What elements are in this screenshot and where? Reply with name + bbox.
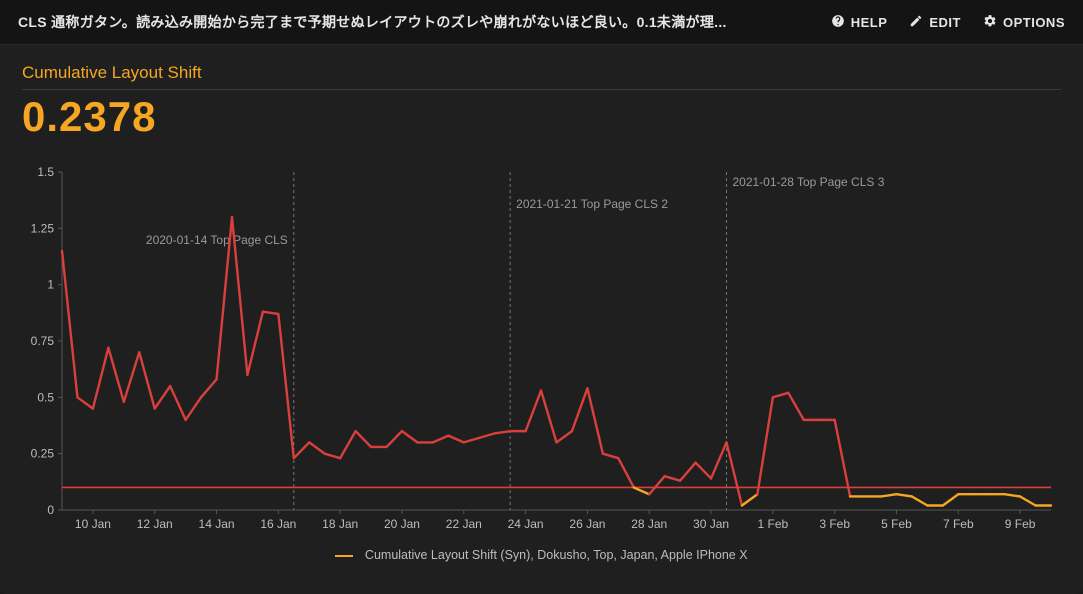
widget-card: CLS 通称ガタン。読み込み開始から完了まで予期せぬレイアウトのズレや崩れがない…	[0, 0, 1083, 594]
chart-area: 0 0.25 0.5 0.75 1 1.25 1.5 10 Jan 12 Jan 14 Jan 16…	[22, 166, 1061, 546]
legend: Cumulative Layout Shift (Syn), Dokusho, …	[22, 548, 1061, 562]
svg-text:20 Jan: 20 Jan	[384, 517, 420, 531]
card-body: Cumulative Layout Shift 0.2378 00.250.50…	[0, 45, 1083, 570]
card-title: CLS 通称ガタン。読み込み開始から完了まで予期せぬレイアウトのズレや崩れがない…	[18, 12, 811, 32]
card-title-text: 通称ガタン。読み込み開始から完了まで予期せぬレイアウトのズレや崩れがないほど良い…	[51, 14, 727, 30]
help-icon	[831, 14, 845, 31]
svg-text:0.5: 0.5	[37, 391, 54, 405]
svg-text:7 Feb: 7 Feb	[943, 517, 974, 531]
svg-text:1.25: 1.25	[31, 222, 55, 236]
svg-text:2021-01-21 Top Page CLS 2: 2021-01-21 Top Page CLS 2	[516, 197, 668, 211]
svg-text:0.75: 0.75	[31, 334, 55, 348]
svg-text:14 Jan: 14 Jan	[199, 517, 235, 531]
svg-text:28 Jan: 28 Jan	[631, 517, 667, 531]
divider	[22, 89, 1061, 90]
legend-series-label: Cumulative Layout Shift (Syn), Dokusho, …	[365, 548, 748, 562]
svg-text:10 Jan: 10 Jan	[75, 517, 111, 531]
svg-text:18 Jan: 18 Jan	[322, 517, 358, 531]
legend-swatch-icon	[335, 555, 353, 557]
svg-text:22 Jan: 22 Jan	[446, 517, 482, 531]
line-chart: 0 0.25 0.5 0.75 1 1.25 1.5 10 Jan 12 Jan 14 Jan 16…	[22, 166, 1061, 546]
svg-text:0.25: 0.25	[31, 447, 55, 461]
help-button[interactable]: HELP	[831, 14, 888, 31]
svg-text:16 Jan: 16 Jan	[260, 517, 296, 531]
svg-text:26 Jan: 26 Jan	[569, 517, 605, 531]
svg-text:0: 0	[47, 503, 54, 517]
card-title-tag: CLS	[18, 14, 47, 30]
svg-text:1 Feb: 1 Feb	[758, 517, 789, 531]
card-actions: HELP EDIT OPTIONS	[831, 14, 1065, 31]
metric-title: Cumulative Layout Shift	[22, 63, 1061, 83]
svg-text:30 Jan: 30 Jan	[693, 517, 729, 531]
svg-text:9 Feb: 9 Feb	[1005, 517, 1036, 531]
svg-text:2020-01-14 Top Page CLS: 2020-01-14 Top Page CLS	[146, 233, 288, 247]
card-header: CLS 通称ガタン。読み込み開始から完了まで予期せぬレイアウトのズレや崩れがない…	[0, 0, 1083, 45]
svg-text:12 Jan: 12 Jan	[137, 517, 173, 531]
edit-label: EDIT	[929, 15, 961, 30]
svg-text:24 Jan: 24 Jan	[508, 517, 544, 531]
svg-text:2021-01-28 Top Page CLS 3: 2021-01-28 Top Page CLS 3	[732, 175, 884, 189]
svg-text:5 Feb: 5 Feb	[881, 517, 912, 531]
pencil-icon	[909, 14, 923, 31]
svg-text:3 Feb: 3 Feb	[819, 517, 850, 531]
help-label: HELP	[851, 15, 888, 30]
svg-text:1.5: 1.5	[37, 166, 54, 179]
svg-text:1: 1	[47, 278, 54, 292]
options-label: OPTIONS	[1003, 15, 1065, 30]
metric-value: 0.2378	[22, 94, 1061, 140]
edit-button[interactable]: EDIT	[909, 14, 961, 31]
gear-icon	[983, 14, 997, 31]
options-button[interactable]: OPTIONS	[983, 14, 1065, 31]
